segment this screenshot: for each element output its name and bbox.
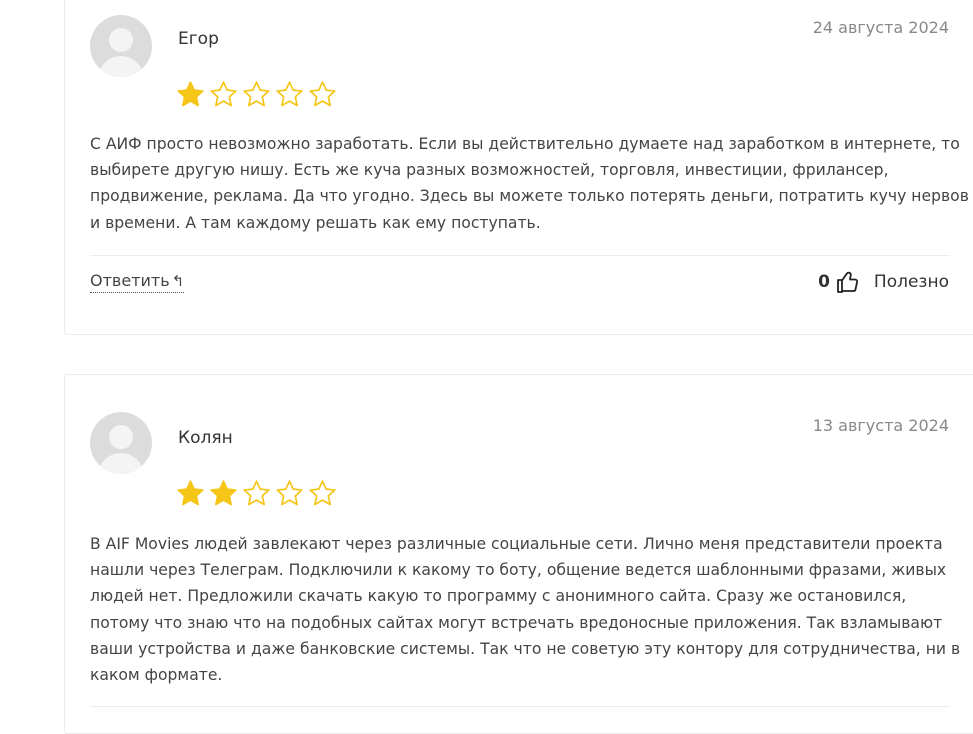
- star-empty-icon: [309, 81, 336, 107]
- star-empty-icon: [276, 480, 303, 506]
- helpful-votes: 0 Полезно: [818, 270, 949, 294]
- vote-count: 0: [818, 272, 830, 292]
- review-date: 24 августа 2024: [812, 18, 949, 37]
- reply-label: Ответить: [90, 271, 170, 290]
- avatar: [90, 412, 152, 474]
- star-empty-icon: [243, 81, 270, 107]
- star-empty-icon: [276, 81, 303, 107]
- star-filled-icon: [177, 480, 204, 506]
- reply-button[interactable]: Ответить ↰: [90, 271, 185, 293]
- helpful-label[interactable]: Полезно: [874, 272, 949, 292]
- reply-arrow-icon: ↰: [171, 272, 185, 290]
- review-card: Колян 13 августа 2024 В AIF Movies людей…: [64, 374, 973, 734]
- star-empty-icon: [309, 480, 336, 506]
- review-card: Егор 24 августа 2024 С АИФ просто невозм…: [64, 0, 973, 335]
- review-date: 13 августа 2024: [812, 416, 949, 435]
- divider: [90, 706, 950, 707]
- rating-stars: [176, 479, 337, 508]
- review-author: Колян: [178, 428, 233, 448]
- review-author: Егор: [178, 29, 219, 49]
- rating-stars: [176, 80, 337, 109]
- review-text: С АИФ просто невозможно заработать. Если…: [90, 135, 969, 232]
- thumbs-up-icon[interactable]: [836, 270, 860, 294]
- divider: [90, 255, 950, 256]
- star-filled-icon: [177, 81, 204, 107]
- star-empty-icon: [243, 480, 270, 506]
- review-text: В AIF Movies людей завлекают через разли…: [90, 535, 961, 685]
- star-empty-icon: [210, 81, 237, 107]
- star-filled-icon: [210, 480, 237, 506]
- avatar: [90, 15, 152, 77]
